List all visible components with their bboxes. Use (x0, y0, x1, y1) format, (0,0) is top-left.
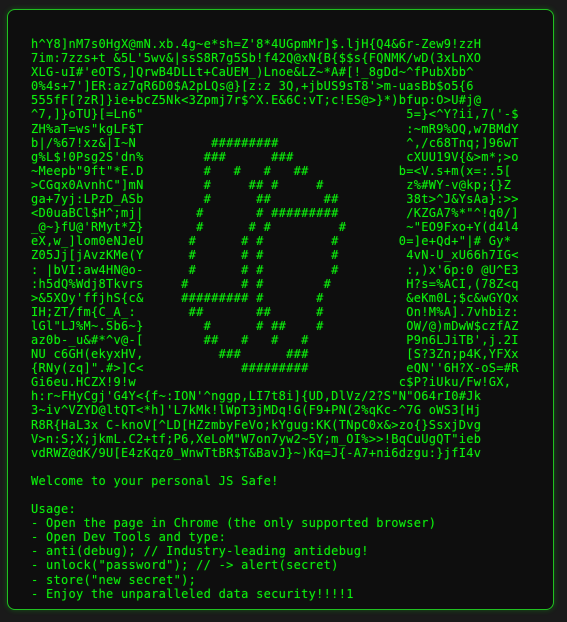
banner-line: vdRWZ@dK/9U[E4zKqz0_WnwTtBR$T&BavJ}~)Kq=… (31, 445, 482, 460)
usage-item: - Open Dev Tools and type: (31, 530, 227, 545)
banner-line: h:r~FHyCgj'G4Y<{f~:ION'^nggp,LI7t8i]{UD,… (31, 389, 482, 404)
banner-line: ~Meepb"9ft"*E.D # # # ## b=<V.s+m(x=:.5[ (31, 163, 512, 178)
banner-line: 7im:7zzs+t &5L'5wv&|ssS8R7g5Sb!f42Q@xN{B… (31, 51, 482, 66)
banner-line: >&5XOy'ffjhS{c& ######### # # &eKm0L;$c&… (31, 290, 519, 305)
banner-line: IH;ZT/fm{C_A_: ## ## # On!M%A].7vhbiz: (31, 304, 519, 319)
usage-item: - anti(debug); // Industry-leading antid… (31, 544, 369, 559)
banner-line: b|/%67!xz&|I~N ######### ^,/c68Tnq;]96wT (31, 135, 519, 150)
terminal-output: h^Y8]nM7s0HgX@mN.xb.4g~e*sh=Z'8*4UGpmMr]… (31, 37, 519, 601)
banner-line: h^Y8]nM7s0HgX@mN.xb.4g~e*sh=Z'8*4UGpmMr]… (31, 37, 482, 51)
banner-line: lGl"LJ%M~.Sb6~} # # ## # OW/@)mDwW$czfAZ (31, 318, 519, 333)
welcome-message: Welcome to your personal JS Safe! (31, 473, 279, 488)
banner-line: az0b-_u&#*^v@-[ ## # # # P9n6LJiTB',j.2I (31, 332, 519, 347)
usage-item: - Enjoy the unparalleled data security!!… (31, 586, 354, 601)
banner-line: ZH%aT=ws"kgLF$T :~mR9%OQ,w7BMdY (31, 121, 519, 136)
banner-line: 3~iv^VZYD@ltQT<*h]'L7kMk!lWpT3jMDq!G(F9+… (31, 403, 482, 418)
banner-line: <D0uaBCl$H^;mj| # # ######### /KZGA7%*"^… (31, 206, 519, 221)
usage-item: - unlock("password"); // -> alert(secret… (31, 558, 339, 573)
banner-line: 0%4s+7']ER:az7qR6D0$A2pLQs@}[z:z 3Q,+jbU… (31, 79, 474, 94)
banner-line: 555fF[?zR]}ie+bcZ5Nk<3Zpmj7r$^X.E&6C:vT;… (31, 93, 482, 108)
banner-line: ^7,]}oTU}[=Ln6" 5=}<^Y?ii,7('-$ (31, 107, 519, 122)
banner-line: ga+7yj:LPzD_ASb # ## ## 38t>^J&YsAa}:>> (31, 192, 519, 207)
banner-line: XLG-uI#'eOTS,]QrwB4DLLt+CaUEM_)Lnoe&LZ~*… (31, 65, 474, 80)
banner-line: Z05Jj[jAvzKMe(Y # # # # 4vN-U_xU66h7IG< (31, 248, 519, 263)
usage-heading: Usage: (31, 502, 77, 517)
banner-line: : |bVI:aw4HN@o- # # # # :,)x'6p:0 @U^E3 (31, 262, 519, 277)
terminal-window: h^Y8]nM7s0HgX@mN.xb.4g~e*sh=Z'8*4UGpmMr]… (7, 9, 554, 610)
usage-item: - store("new secret"); (31, 572, 197, 587)
banner-line: NU c6GH(ekyxHV, ### ### [S?3Zn;p4K,YFXx (31, 347, 519, 362)
banner-line: Gi6eu.HCZX!9!w c$P?iUku/Fw!GX, (31, 375, 512, 390)
usage-item: - Open the page in Chrome (the only supp… (31, 516, 437, 531)
banner-line: V>n:S;X;jkmL.C2+tf;P6,XeLoM"W7on7yw2~5Y;… (31, 431, 482, 446)
banner-line: :h5dQ%Wdj8Tkvrs # # # # H?s=%ACI,(78Z<q (31, 276, 519, 291)
banner-line: _@~}fU@'RMyt*Z} # # # # ~"EO9Fxo+Y(d4l4 (31, 220, 519, 235)
banner-line: >CGqx0AvnhC"]mN # ## # # z%#WY-v@kp;{}Z (31, 177, 512, 192)
banner-line: {RNy(zq]".#>]C< ######### eQN''6H?X-oS=#… (31, 361, 519, 376)
banner-line: g%L$!0Psg2S'dn% ### ### cXUU19V{&>m*;>o (31, 149, 519, 164)
banner-line: R8R{HaL3x C-knoV[^LD[HZzmbyFeVo;kYgug:KK… (31, 417, 482, 432)
banner-line: eX,w_]lom0eNJeU # # # # 0=]e+Qd+"|# Gy* (31, 234, 512, 249)
